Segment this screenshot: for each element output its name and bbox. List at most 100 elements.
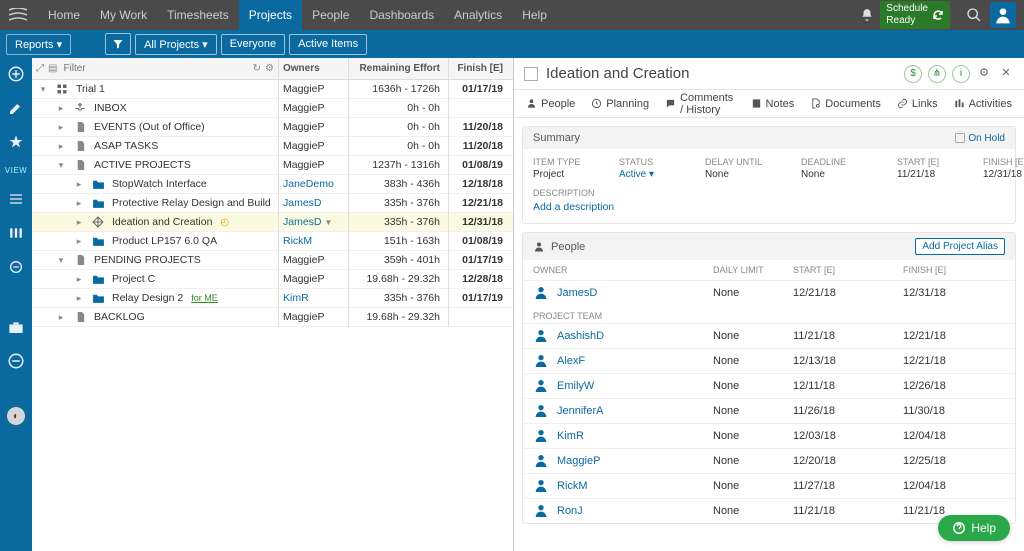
tree-owner[interactable]: JamesD ▼ — [278, 213, 348, 232]
tree-owner[interactable]: MaggieP — [278, 137, 348, 156]
expand-icon[interactable]: ▾ — [38, 84, 48, 95]
team-row[interactable]: JenniferA None11/26/1811/30/18 — [523, 398, 1015, 423]
tree-row[interactable]: ▸ ASAP TASKS MaggieP 0h - 0h 11/20/18 — [32, 137, 513, 156]
col-header-finish[interactable]: Finish [E] — [448, 58, 513, 80]
tree-row[interactable]: ▸ INBOX MaggieP 0h - 0h — [32, 99, 513, 118]
nav-projects[interactable]: Projects — [239, 0, 302, 30]
expand-icon[interactable]: ▾ — [56, 160, 66, 171]
onhold-toggle[interactable]: On Hold — [955, 133, 1005, 144]
rail-columns-icon[interactable] — [6, 223, 26, 243]
add-project-alias-button[interactable]: Add Project Alias — [915, 238, 1005, 255]
tree-owner[interactable]: MaggieP — [278, 118, 348, 137]
complete-checkbox[interactable] — [524, 67, 538, 81]
tree-row[interactable]: ▸ Relay Design 2 for ME KimR 335h - 376h… — [32, 289, 513, 308]
nav-analytics[interactable]: Analytics — [444, 0, 512, 30]
share-icon[interactable]: ⋔ — [928, 65, 946, 83]
expand-icon[interactable]: ▾ — [56, 255, 66, 266]
nav-timesheets[interactable]: Timesheets — [157, 0, 239, 30]
settings-icon[interactable]: ⚙ — [976, 65, 992, 81]
tree-owner[interactable]: MaggieP — [278, 156, 348, 175]
expand-icon[interactable]: ▸ — [74, 179, 84, 190]
search-icon[interactable] — [966, 7, 982, 23]
nav-home[interactable]: Home — [38, 0, 90, 30]
tree-row[interactable]: ▸ StopWatch Interface JaneDemo 383h - 43… — [32, 175, 513, 194]
expand-toggle-icon[interactable]: ⤢ — [36, 63, 44, 74]
nav-people[interactable]: People — [302, 0, 359, 30]
tree-row[interactable]: ▸ EVENTS (Out of Office) MaggieP 0h - 0h… — [32, 118, 513, 137]
tree-row[interactable]: ▸ Ideation and Creation ◴ JamesD ▼ 335h … — [32, 213, 513, 232]
tree-row[interactable]: ▾ Trial 1 MaggieP 1636h - 1726h 01/17/19 — [32, 80, 513, 99]
rail-remove-icon[interactable] — [6, 351, 26, 371]
tree-owner[interactable]: MaggieP — [278, 251, 348, 270]
rail-collapse-icon[interactable]: ◐ — [7, 407, 25, 425]
detail-tab-planning[interactable]: Planning — [591, 98, 649, 110]
schedule-status-badge[interactable]: Schedule Ready — [880, 1, 950, 29]
team-row[interactable]: AashishD None11/21/1812/21/18 — [523, 323, 1015, 348]
team-row[interactable]: KimR None12/03/1812/04/18 — [523, 423, 1015, 448]
tree-owner[interactable]: MaggieP — [278, 99, 348, 118]
reports-button[interactable]: Reports ▾ — [6, 34, 71, 55]
info-icon[interactable]: i — [952, 65, 970, 83]
cost-icon[interactable]: $ — [904, 65, 922, 83]
detail-tab-links[interactable]: Links — [897, 98, 938, 110]
status-value[interactable]: Active ▾ — [619, 169, 699, 180]
gear-icon[interactable]: ⚙ — [265, 63, 274, 74]
tree-owner[interactable]: JamesD — [278, 194, 348, 213]
expand-icon[interactable]: ▸ — [74, 274, 84, 285]
detail-tab-notes[interactable]: Notes — [751, 98, 795, 110]
tree-owner[interactable]: MaggieP — [278, 80, 348, 99]
expand-icon[interactable]: ▸ — [74, 236, 84, 247]
user-avatar[interactable] — [990, 2, 1016, 28]
expand-icon[interactable]: ▸ — [56, 141, 66, 152]
tree-row[interactable]: ▸ Product LP157 6.0 QA RickM 151h - 163h… — [32, 232, 513, 251]
expand-icon[interactable]: ▸ — [74, 293, 84, 304]
detail-tab-documents[interactable]: Documents — [810, 98, 881, 110]
col-header-owners[interactable]: Owners — [278, 58, 348, 80]
people-owner-row[interactable]: JamesD None 12/21/18 12/31/18 — [523, 280, 1015, 305]
app-logo-icon[interactable] — [8, 5, 28, 25]
rail-star-icon[interactable] — [6, 132, 26, 152]
detail-tab-comments[interactable]: Comments / History — [665, 92, 734, 116]
rail-grid-icon[interactable] — [6, 257, 26, 277]
team-row[interactable]: EmilyW None12/11/1812/26/18 — [523, 373, 1015, 398]
add-description-link[interactable]: Add a description — [533, 201, 1005, 213]
filter-chip[interactable]: Active Items — [289, 34, 367, 55]
tree-row[interactable]: ▾ PENDING PROJECTS MaggieP 359h - 401h 0… — [32, 251, 513, 270]
tree-row[interactable]: ▾ ACTIVE PROJECTS MaggieP 1237h - 1316h … — [32, 156, 513, 175]
tree-row[interactable]: ▸ BACKLOG MaggieP 19.68h - 29.32h — [32, 308, 513, 327]
tree-owner[interactable]: KimR — [278, 289, 348, 308]
tree-owner[interactable]: JaneDemo — [278, 175, 348, 194]
detail-tab-people[interactable]: People — [526, 98, 575, 110]
tree-owner[interactable]: MaggieP — [278, 270, 348, 289]
nav-dashboards[interactable]: Dashboards — [359, 0, 444, 30]
expand-icon[interactable]: ▸ — [56, 103, 66, 114]
team-row[interactable]: RickM None11/27/1812/04/18 — [523, 473, 1015, 498]
rail-add-icon[interactable] — [6, 64, 26, 84]
detail-tab-activities[interactable]: Activities — [954, 98, 1012, 110]
expand-icon[interactable]: ▸ — [56, 122, 66, 133]
expand-icon[interactable]: ▸ — [74, 217, 84, 228]
expand-icon[interactable]: ▸ — [74, 198, 84, 209]
tree-row[interactable]: ▸ Project C MaggieP 19.68h - 29.32h 12/2… — [32, 270, 513, 289]
close-icon[interactable]: ✕ — [998, 65, 1014, 81]
tree-filter-input[interactable] — [61, 63, 248, 74]
team-row[interactable]: MaggieP None12/20/1812/25/18 — [523, 448, 1015, 473]
project-tree[interactable]: ▾ Trial 1 MaggieP 1636h - 1726h 01/17/19… — [32, 80, 513, 551]
nav-my-work[interactable]: My Work — [90, 0, 157, 30]
refresh-icon[interactable]: ↻ — [253, 63, 261, 74]
filter-chip[interactable]: All Projects ▾ — [135, 34, 217, 55]
tree-owner[interactable]: MaggieP — [278, 308, 348, 327]
rail-briefcase-icon[interactable] — [6, 317, 26, 337]
col-header-effort[interactable]: Remaining Effort — [348, 58, 448, 80]
tree-row[interactable]: ▸ Protective Relay Design and Build Jame… — [32, 194, 513, 213]
notifications-icon[interactable] — [860, 8, 874, 22]
tree-menu-icon[interactable]: ▤ — [48, 63, 57, 74]
expand-icon[interactable]: ▸ — [56, 312, 66, 323]
tree-owner[interactable]: RickM — [278, 232, 348, 251]
rail-edit-icon[interactable] — [6, 98, 26, 118]
rail-list-icon[interactable] — [6, 189, 26, 209]
help-button[interactable]: Help — [938, 515, 1010, 541]
nav-help[interactable]: Help — [512, 0, 557, 30]
team-row[interactable]: AlexF None12/13/1812/21/18 — [523, 348, 1015, 373]
filter-chip[interactable]: Everyone — [221, 34, 285, 55]
